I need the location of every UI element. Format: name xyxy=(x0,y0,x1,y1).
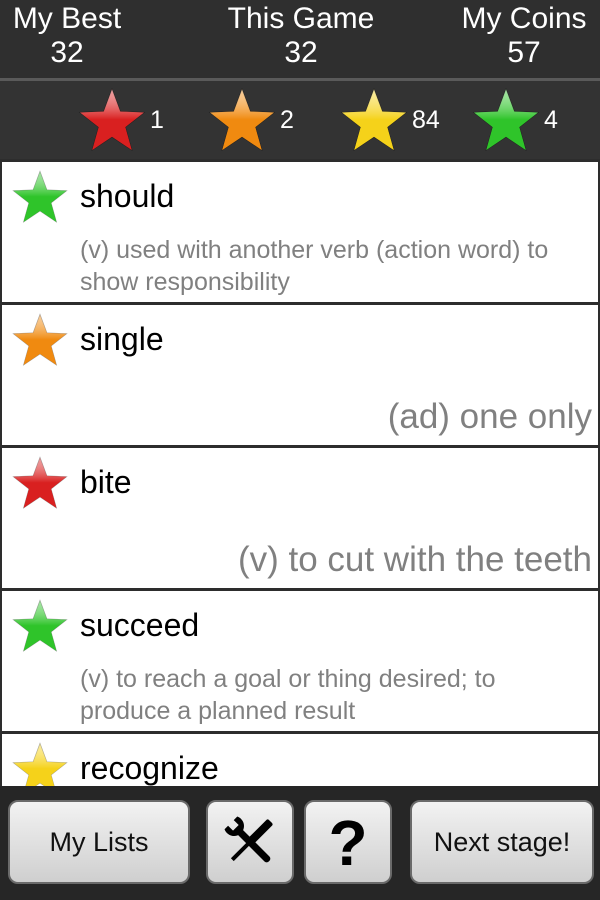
word-definition: (v) used with another verb (action word)… xyxy=(80,236,549,296)
red-star-count-value: 1 xyxy=(150,105,164,134)
red-star-count: 1 xyxy=(76,85,164,155)
my-best-label: My Best xyxy=(12,2,122,35)
word-text: bite xyxy=(80,464,132,500)
orange-star-count: 2 xyxy=(206,85,294,155)
word-text: single xyxy=(80,321,164,357)
word-item-succeed[interactable]: succeed (v) to reach a goal or thing des… xyxy=(2,591,598,731)
red-star-icon xyxy=(76,85,148,155)
word-definition: (ad) one only xyxy=(387,397,592,436)
green-star-icon xyxy=(470,85,542,155)
yellow-star-count-value: 84 xyxy=(412,105,440,134)
green-star-icon xyxy=(10,597,70,655)
red-star-icon xyxy=(10,454,70,512)
word-text: succeed xyxy=(80,607,200,643)
word-definition: (v) to reach a goal or thing desired; to… xyxy=(80,665,496,725)
my-best-stat: My Best 32 xyxy=(6,2,128,70)
tools-icon xyxy=(224,816,273,863)
this-game-value: 32 xyxy=(284,36,318,69)
bottom-toolbar: My Lists ? Next stage! xyxy=(0,786,600,900)
orange-star-count-value: 2 xyxy=(280,105,294,134)
my-lists-button[interactable]: My Lists xyxy=(8,800,190,884)
svg-text:?: ? xyxy=(328,809,367,875)
word-list[interactable]: should (v) used with another verb (actio… xyxy=(0,159,600,786)
yellow-star-icon xyxy=(338,85,410,155)
stats-header: My Best 32 This Game 32 My Coins 57 xyxy=(0,0,600,78)
my-coins-label: My Coins xyxy=(461,2,587,35)
orange-star-icon xyxy=(10,311,70,369)
green-star-count: 4 xyxy=(470,85,558,155)
my-best-value: 32 xyxy=(50,36,84,69)
question-mark-icon: ? xyxy=(328,809,367,875)
help-button[interactable]: ? xyxy=(304,800,392,884)
yellow-star-count: 84 xyxy=(338,85,440,155)
my-coins-stat: My Coins 57 xyxy=(456,2,592,70)
green-star-icon xyxy=(10,168,70,226)
star-count-bar: 1 2 84 4 xyxy=(0,81,600,159)
my-lists-label: My Lists xyxy=(49,826,149,857)
next-stage-button[interactable]: Next stage! xyxy=(410,800,594,884)
this-game-stat: This Game 32 xyxy=(222,2,380,70)
orange-star-icon xyxy=(206,85,278,155)
app-screen: My Best 32 This Game 32 My Coins 57 1 2 … xyxy=(0,0,600,900)
yellow-star-icon xyxy=(10,740,70,786)
this-game-label: This Game xyxy=(227,2,375,35)
word-item-recognize[interactable]: recognize xyxy=(2,734,598,786)
word-definition: (v) to cut with the teeth xyxy=(237,540,592,579)
next-stage-label: Next stage! xyxy=(433,826,571,857)
word-item-bite[interactable]: bite (v) to cut with the teeth xyxy=(2,448,598,588)
word-text: should xyxy=(80,178,175,214)
my-coins-value: 57 xyxy=(507,36,541,69)
green-star-count-value: 4 xyxy=(544,105,558,134)
settings-button[interactable] xyxy=(206,800,294,884)
word-text: recognize xyxy=(80,750,219,786)
word-item-single[interactable]: single (ad) one only xyxy=(2,305,598,445)
word-item-should[interactable]: should (v) used with another verb (actio… xyxy=(2,162,598,302)
